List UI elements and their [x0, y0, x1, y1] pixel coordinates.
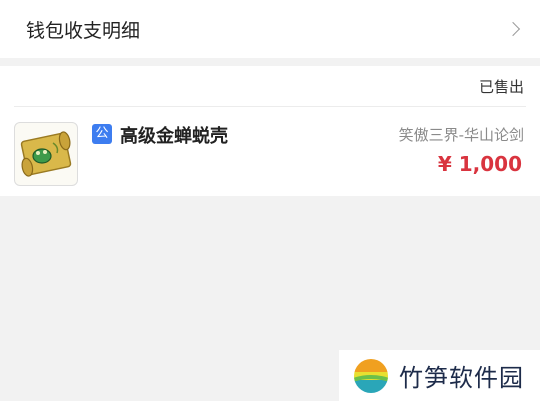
item-price: ¥ 1,000	[437, 152, 522, 176]
wallet-details-row[interactable]: 钱包收支明细	[0, 0, 540, 58]
bamboo-logo-icon	[354, 358, 388, 393]
watermark-text: 竹笋软件园	[399, 364, 524, 392]
watermark: 竹笋软件园	[339, 350, 540, 401]
divider	[14, 106, 526, 107]
order-status: 已售出	[478, 78, 524, 96]
item-thumbnail[interactable]	[14, 122, 78, 186]
chevron-right-icon	[505, 21, 521, 37]
item-name[interactable]: 高级金蝉蜕壳	[120, 122, 228, 148]
scroll-item-icon	[20, 131, 72, 177]
server-name: 笑傲三界-华山论剑	[398, 126, 524, 144]
order-card[interactable]: 已售出 公 高级金蝉蜕壳 笑傲三界-华山论剑 ¥ 1,000	[0, 66, 540, 196]
wallet-details-title: 钱包收支明细	[26, 19, 141, 42]
official-badge: 公	[92, 124, 112, 144]
